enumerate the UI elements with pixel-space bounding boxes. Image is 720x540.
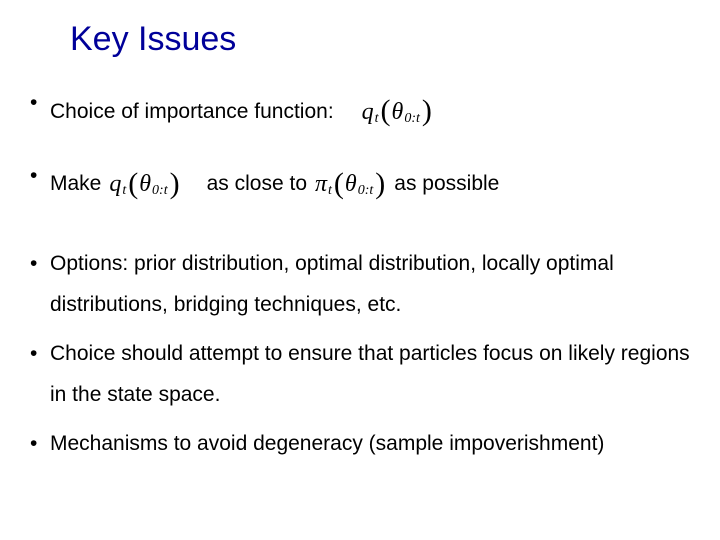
math-sym-q: q [109, 161, 121, 208]
math-sub-t: t [375, 105, 379, 132]
bullet-text: Options: prior distribution, optimal dis… [50, 252, 614, 316]
math-sym-theta: θ [139, 161, 151, 208]
slide: Key Issues Choice of importance function… [0, 0, 720, 540]
bullet-row: Make qt (θ0:t) as close to πt (θ0:t) as … [50, 156, 692, 215]
math-q-theta-1: qt (θ0:t) [360, 83, 435, 142]
lparen-icon: ( [127, 155, 139, 214]
math-sub-range: 0:t [152, 177, 168, 204]
bullet-choice-importance: Choice of importance function: qt (θ0:t) [28, 83, 692, 142]
bullet-text-mid: as close to [207, 164, 307, 205]
bullet-degeneracy: Mechanisms to avoid degeneracy (sample i… [28, 424, 692, 465]
math-sub-t: t [328, 177, 332, 204]
math-sym-theta: θ [345, 161, 357, 208]
math-sym-q: q [362, 89, 374, 136]
rparen-icon: ) [374, 155, 386, 214]
rparen-icon: ) [421, 82, 433, 141]
math-q-theta-2: qt (θ0:t) [107, 156, 182, 215]
bullet-text-pre: Make [50, 164, 101, 205]
bullet-row: Choice of importance function: qt (θ0:t) [50, 83, 692, 142]
bullet-list: Choice of importance function: qt (θ0:t)… [28, 83, 692, 465]
bullet-text-post: as possible [394, 164, 499, 205]
slide-title: Key Issues [70, 20, 692, 59]
math-sub-t: t [122, 177, 126, 204]
bullet-choice-particles: Choice should attempt to ensure that par… [28, 334, 692, 416]
lparen-icon: ( [333, 155, 345, 214]
rparen-icon: ) [169, 155, 181, 214]
lparen-icon: ( [380, 82, 392, 141]
math-pi-theta: πt (θ0:t) [313, 156, 388, 215]
math-sym-pi: π [315, 161, 327, 208]
math-sym-theta: θ [392, 89, 404, 136]
bullet-make-close: Make qt (θ0:t) as close to πt (θ0:t) as … [28, 156, 692, 215]
math-sub-range: 0:t [358, 177, 374, 204]
bullet-options: Options: prior distribution, optimal dis… [28, 244, 692, 326]
bullet-text: Mechanisms to avoid degeneracy (sample i… [50, 432, 604, 455]
bullet-text: Choice should attempt to ensure that par… [50, 342, 690, 406]
bullet-text: Choice of importance function: [50, 92, 334, 133]
math-sub-range: 0:t [404, 105, 420, 132]
